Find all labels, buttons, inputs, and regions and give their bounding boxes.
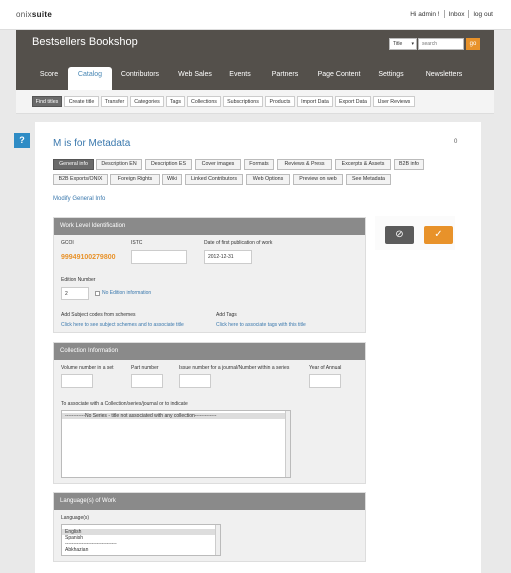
nav-contributors[interactable]: Contributors [116, 67, 164, 90]
nav-events[interactable]: Events [225, 67, 255, 90]
tab-excerpts-assets[interactable]: Excerpts & Assets [335, 159, 391, 170]
search-go-button[interactable]: go [466, 38, 480, 50]
top-bar: onixsuite Hi admin ! Inbox log out [0, 0, 511, 30]
help-icon[interactable]: ? [14, 133, 30, 148]
volume-number-input[interactable] [61, 374, 93, 388]
nav-page-content[interactable]: Page Content [313, 67, 365, 90]
tab-reviews-press[interactable]: Reviews & Press [277, 159, 332, 170]
language-option[interactable]: Abkhazian [62, 547, 220, 553]
tab-cover-images[interactable]: Cover images [195, 159, 241, 170]
gcoi-value: 99949100279800 [61, 254, 116, 261]
subject-schemes-link[interactable]: Click here to see subject schemes and to… [61, 322, 184, 328]
istc-input[interactable] [131, 250, 187, 264]
inbox-link[interactable]: Inbox [445, 11, 469, 18]
language-heading: Language(s) of Work [54, 493, 365, 510]
nav-newsletters[interactable]: Newsletters [420, 67, 468, 90]
cancel-button[interactable]: ⊘ [385, 226, 414, 244]
subnav-export-data[interactable]: Export Data [335, 96, 371, 107]
user-links: Hi admin ! Inbox log out [406, 10, 497, 18]
subnav-products[interactable]: Products [265, 96, 295, 107]
add-tags-label: Add Tags [216, 312, 237, 318]
languages-listbox[interactable]: English Spanish ------------------------… [61, 524, 221, 556]
collection-listbox[interactable]: ------------No Series - title not associ… [61, 410, 291, 478]
search-field-select[interactable]: Title [389, 38, 417, 50]
greeting-link[interactable]: Hi admin ! [406, 11, 443, 18]
first-pub-date-input[interactable]: 2012-12-31 [204, 250, 252, 264]
app-header: Bestsellers Bookshop Title search go Sco… [16, 30, 494, 90]
no-edition-label[interactable]: No Edition information [102, 290, 151, 296]
languages-label: Language(s) [61, 515, 90, 521]
collection-option[interactable]: ------------No Series - title not associ… [62, 413, 290, 419]
associate-collection-label: To associate with a Collection/series/jo… [61, 401, 188, 407]
tab-description-en[interactable]: Description EN [96, 159, 142, 170]
confirm-button[interactable]: ✓ [424, 226, 453, 244]
logo: onixsuite [16, 10, 53, 19]
tab-b2b-info[interactable]: B2B info [394, 159, 424, 170]
associate-tags-link[interactable]: Click here to associate tags with this t… [216, 322, 306, 328]
title-count: 0 [454, 139, 458, 145]
subnav-collections[interactable]: Collections [187, 96, 221, 107]
nav-catalog[interactable]: Catalog [68, 67, 112, 90]
edition-number-input[interactable]: 2 [61, 287, 89, 300]
collection-heading: Collection Information [54, 343, 365, 360]
tab-see-metadata[interactable]: See Metadata [346, 174, 391, 185]
part-number-input[interactable] [131, 374, 163, 388]
year-of-annual-label: Year of Annual [309, 365, 342, 371]
subnav-categories[interactable]: Categories [130, 96, 164, 107]
subnav-find-titles[interactable]: Find titles [32, 96, 62, 107]
subject-codes-label: Add Subject codes from schemes [61, 312, 136, 318]
tab-general-info[interactable]: General info [53, 159, 94, 170]
nav-settings[interactable]: Settings [376, 67, 406, 90]
first-pub-date-label: Date of first publication of work [204, 240, 273, 246]
page-title: M is for Metadata [53, 138, 131, 149]
work-level-heading: Work Level Identification [54, 218, 365, 235]
logout-link[interactable]: log out [469, 11, 497, 18]
scrollbar[interactable] [215, 525, 220, 555]
subnav-subscriptions[interactable]: Subscriptions [223, 96, 263, 107]
volume-number-label: Volume number in a set [61, 365, 114, 371]
year-of-annual-input[interactable] [309, 374, 341, 388]
nav-score[interactable]: Score [36, 67, 62, 90]
gcoi-label: GCOI [61, 240, 74, 246]
istc-label: ISTC [131, 240, 143, 246]
part-number-label: Part number [131, 365, 159, 371]
subnav-tags[interactable]: Tags [166, 96, 185, 107]
issue-number-input[interactable] [179, 374, 211, 388]
subnav-create-title[interactable]: Create title [64, 96, 99, 107]
modify-general-info-link[interactable]: Modify General Info [53, 196, 105, 202]
tab-linked-contributors[interactable]: Linked Contributors [185, 174, 243, 185]
catalog-subnav: Find titles Create title Transfer Catego… [16, 90, 494, 114]
tab-foreign-rights[interactable]: Foreign Rights [110, 174, 160, 185]
subnav-import-data[interactable]: Import Data [297, 96, 333, 107]
nav-web-sales[interactable]: Web Sales [173, 67, 217, 90]
edition-number-label: Edition Number [61, 277, 96, 283]
tab-b2b-exports-onix[interactable]: B2B Exports/ONIX [53, 174, 108, 185]
issue-number-label: Issue number for a journal/Number within… [179, 365, 290, 371]
tab-wiki[interactable]: Wiki [162, 174, 182, 185]
tab-formats[interactable]: Formats [244, 159, 274, 170]
subnav-transfer[interactable]: Transfer [101, 96, 128, 107]
subnav-user-reviews[interactable]: User Reviews [373, 96, 415, 107]
nav-partners[interactable]: Partners [269, 67, 301, 90]
tab-web-options[interactable]: Web Options [246, 174, 290, 185]
tab-description-es[interactable]: Description ES [145, 159, 192, 170]
check-icon: ✓ [434, 229, 443, 240]
brand-title: Bestsellers Bookshop [32, 36, 138, 48]
scrollbar[interactable] [285, 411, 290, 477]
no-edition-checkbox[interactable] [95, 291, 100, 296]
no-entry-icon: ⊘ [395, 229, 404, 240]
search-input[interactable]: search [418, 38, 464, 50]
tab-preview-on-web[interactable]: Preview on web [293, 174, 343, 185]
